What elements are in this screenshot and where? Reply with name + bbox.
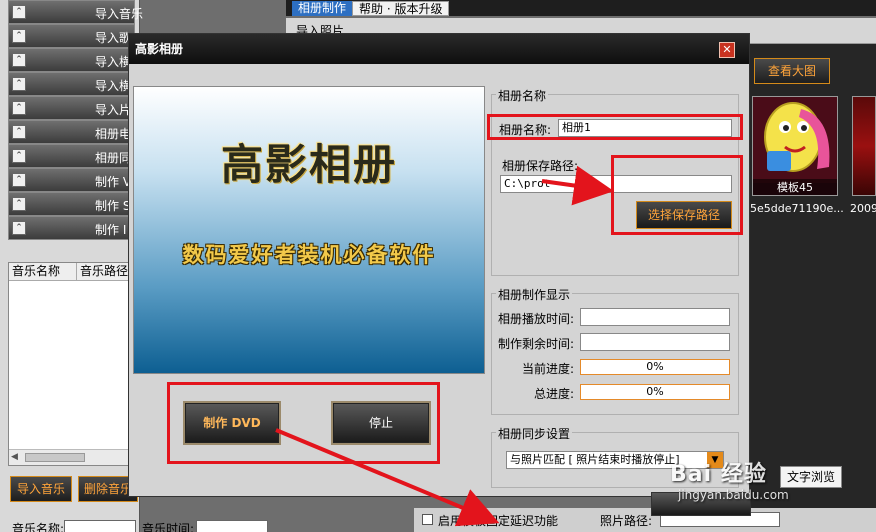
baidu-watermark: Bai 经验 jingyan.baidu.com	[670, 456, 789, 502]
arrow-to-make-dvd	[275, 428, 500, 527]
annotation-arrows	[275, 165, 614, 527]
baidu-logo: Bai 经验	[670, 462, 767, 487]
watermark-url: jingyan.baidu.com	[678, 488, 789, 502]
arrow-to-path-input	[541, 165, 614, 206]
